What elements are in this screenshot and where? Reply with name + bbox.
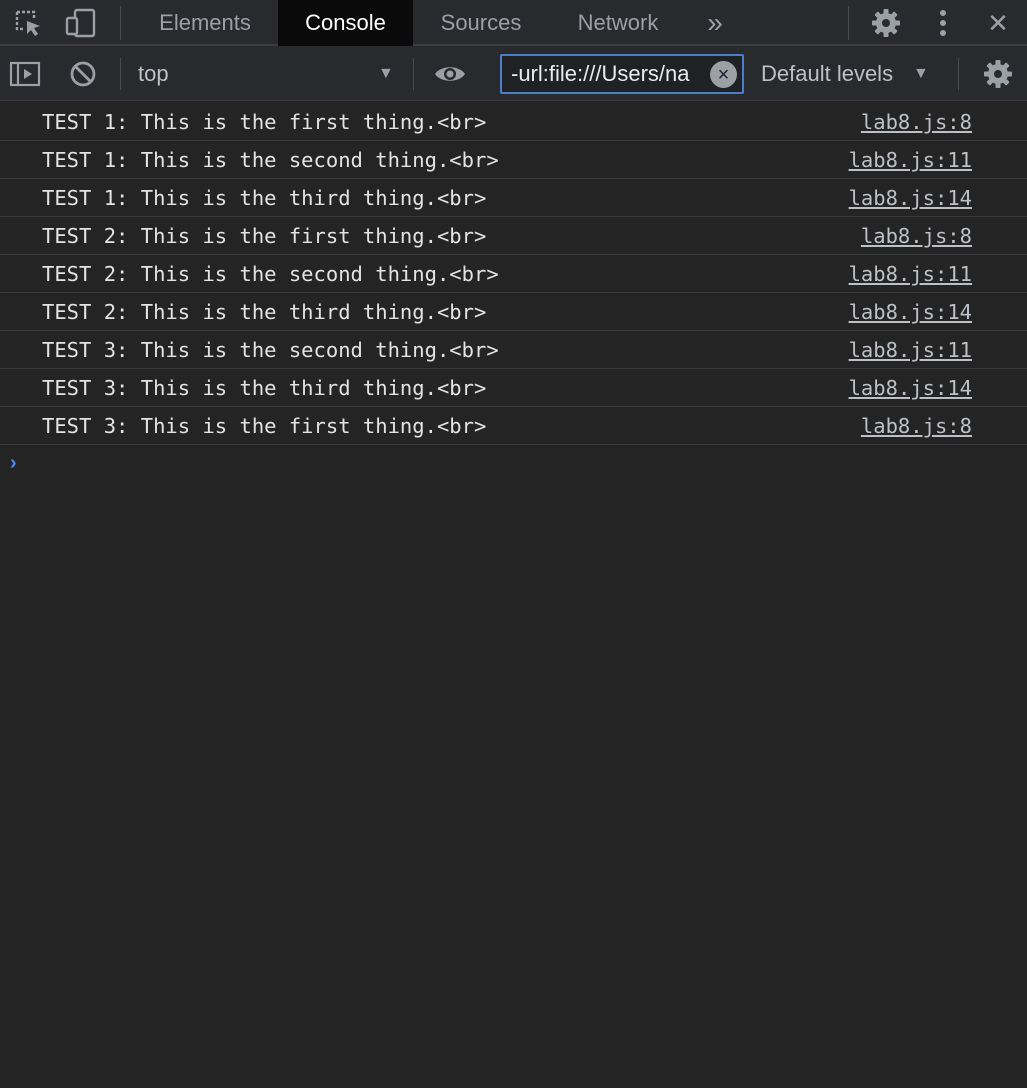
more-tabs-button[interactable]: »: [696, 0, 734, 46]
console-message-text: TEST 2: This is the second thing.<br>: [42, 262, 499, 286]
console-message-text: TEST 3: This is the second thing.<br>: [42, 338, 499, 362]
context-dropdown-arrow[interactable]: ▼: [378, 46, 394, 101]
separator: [120, 6, 121, 40]
levels-dropdown-arrow[interactable]: ▼: [913, 46, 929, 101]
console-message: TEST 1: This is the first thing.<br> lab…: [0, 103, 1027, 141]
clear-console-icon[interactable]: [66, 46, 100, 101]
filter-clear-icon[interactable]: ×: [710, 61, 737, 88]
close-icon[interactable]: ✕: [980, 0, 1016, 46]
console-message: TEST 3: This is the third thing.<br> lab…: [0, 369, 1027, 407]
console-message-text: TEST 1: This is the third thing.<br>: [42, 186, 487, 210]
console-message: TEST 3: This is the first thing.<br> lab…: [0, 407, 1027, 445]
tab-sources[interactable]: Sources: [420, 0, 542, 46]
devtools-tab-bar: Elements Console Sources Network » ✕: [0, 0, 1027, 46]
tab-elements[interactable]: Elements: [138, 0, 272, 46]
console-message: TEST 1: This is the third thing.<br> lab…: [0, 179, 1027, 217]
console-prompt-icon[interactable]: ›: [10, 452, 17, 475]
separator: [413, 58, 414, 90]
eye-icon[interactable]: [432, 46, 468, 101]
separator: [120, 58, 121, 90]
source-link[interactable]: lab8.js:14: [849, 179, 972, 217]
kebab-menu-icon[interactable]: [928, 0, 958, 46]
separator: [848, 6, 849, 40]
console-message: TEST 2: This is the first thing.<br> lab…: [0, 217, 1027, 255]
source-link[interactable]: lab8.js:11: [849, 255, 972, 293]
tab-console[interactable]: Console: [278, 0, 413, 46]
console-messages: TEST 1: This is the first thing.<br> lab…: [0, 103, 1027, 445]
separator: [958, 58, 959, 90]
source-link[interactable]: lab8.js:14: [849, 369, 972, 407]
console-message-text: TEST 2: This is the third thing.<br>: [42, 300, 487, 324]
settings-gear-icon[interactable]: [866, 0, 906, 46]
console-message: TEST 3: This is the second thing.<br> la…: [0, 331, 1027, 369]
console-message-text: TEST 3: This is the third thing.<br>: [42, 376, 487, 400]
source-link[interactable]: lab8.js:8: [861, 407, 972, 445]
context-selector[interactable]: top: [138, 46, 169, 101]
console-toolbar: top ▼ -url:file:///Users/na × Default le…: [0, 46, 1027, 101]
source-link[interactable]: lab8.js:11: [849, 141, 972, 179]
console-settings-icon[interactable]: [980, 46, 1016, 101]
console-message: TEST 2: This is the third thing.<br> lab…: [0, 293, 1027, 331]
tab-network[interactable]: Network: [557, 0, 679, 46]
console-message-text: TEST 1: This is the second thing.<br>: [42, 148, 499, 172]
source-link[interactable]: lab8.js:8: [861, 217, 972, 255]
log-levels-dropdown[interactable]: Default levels: [761, 46, 893, 101]
console-message: TEST 2: This is the second thing.<br> la…: [0, 255, 1027, 293]
device-toolbar-icon[interactable]: [63, 0, 99, 46]
console-message-text: TEST 3: This is the first thing.<br>: [42, 414, 487, 438]
inspect-element-icon[interactable]: [10, 0, 46, 46]
console-message-text: TEST 1: This is the first thing.<br>: [42, 110, 487, 134]
console-message-text: TEST 2: This is the first thing.<br>: [42, 224, 487, 248]
filter-input[interactable]: -url:file:///Users/na ×: [500, 54, 744, 94]
source-link[interactable]: lab8.js:11: [849, 331, 972, 369]
source-link[interactable]: lab8.js:8: [861, 103, 972, 141]
sidebar-toggle-icon[interactable]: [8, 46, 42, 101]
source-link[interactable]: lab8.js:14: [849, 293, 972, 331]
filter-input-value[interactable]: -url:file:///Users/na: [511, 56, 711, 92]
console-message: TEST 1: This is the second thing.<br> la…: [0, 141, 1027, 179]
